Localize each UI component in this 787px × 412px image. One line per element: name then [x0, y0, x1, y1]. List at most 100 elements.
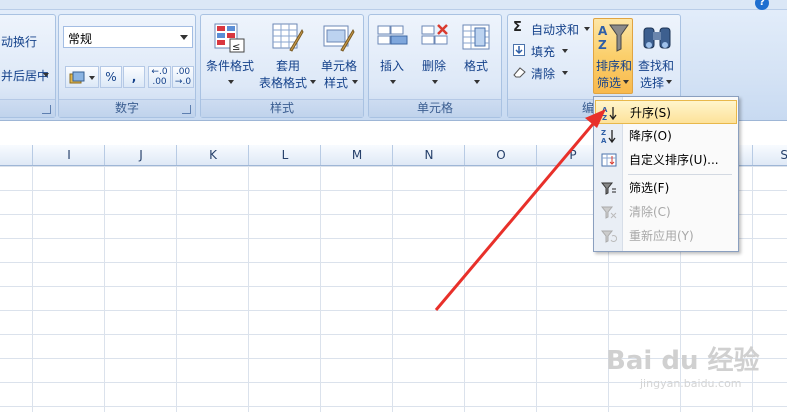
fill-down-icon: [513, 44, 525, 56]
grid-line: [392, 166, 393, 412]
chevron-down-icon: [180, 35, 188, 40]
column-header[interactable]: L: [248, 145, 321, 165]
menu-item-custom-sort[interactable]: 自定义排序(U)...: [595, 148, 737, 172]
number-format-select[interactable]: 常规: [63, 26, 193, 48]
menu-item-label: 筛选(F): [629, 181, 670, 195]
cell-style-button[interactable]: 样式: [324, 74, 348, 91]
chevron-down-icon[interactable]: [430, 74, 438, 88]
comma-button[interactable]: ,: [123, 66, 145, 88]
dialog-launcher-icon[interactable]: [42, 105, 51, 114]
menu-item-sort-ascending[interactable]: A Z 升序(S): [595, 100, 737, 124]
menu-item-filter[interactable]: 筛选(F): [595, 176, 737, 200]
svg-text:Z: Z: [601, 129, 606, 137]
autosum-button[interactable]: 自动求和: [531, 21, 579, 38]
filter-icon: [601, 182, 616, 195]
format-button[interactable]: 格式: [464, 57, 488, 74]
ribbon-top-strip: ?: [0, 0, 787, 10]
sort-filter-icon: A Z: [598, 24, 629, 52]
styles-group-label: 样式: [201, 99, 363, 117]
menu-item-label: 降序(O): [629, 129, 672, 143]
conditional-format-button[interactable]: 条件格式: [206, 57, 254, 74]
find-select-button[interactable]: 选择: [640, 74, 664, 91]
format-cells-icon: [462, 24, 490, 50]
grid-line: [32, 166, 33, 412]
accounting-icon: [69, 71, 85, 83]
table-format-line1[interactable]: 套用: [276, 57, 300, 74]
alignment-group: 动换行 并后居中: [0, 14, 56, 118]
reapply-icon: [601, 230, 617, 243]
menu-item-sort-descending[interactable]: Z A 降序(O): [595, 124, 737, 148]
svg-text:Z: Z: [598, 38, 607, 52]
chevron-down-icon[interactable]: [226, 74, 234, 88]
clear-button[interactable]: 清除: [531, 65, 555, 82]
table-format-button[interactable]: 表格格式: [259, 74, 307, 91]
chevron-down-icon[interactable]: [664, 74, 672, 88]
eraser-icon: [513, 67, 526, 78]
accounting-format-button[interactable]: [65, 66, 99, 88]
percent-button[interactable]: %: [100, 66, 122, 88]
chevron-down-icon[interactable]: [560, 65, 568, 79]
chevron-down-icon[interactable]: [560, 43, 568, 57]
chevron-down-icon[interactable]: [388, 74, 396, 88]
menu-item-reapply[interactable]: 重新应用(Y): [595, 224, 737, 248]
column-header[interactable]: M: [320, 145, 393, 165]
chevron-down-icon[interactable]: [308, 74, 316, 88]
grid-line: [464, 166, 465, 412]
chevron-down-icon[interactable]: [472, 74, 480, 88]
decrease-decimal-button[interactable]: .00 →.0: [172, 66, 194, 88]
wrap-text-button[interactable]: 动换行: [1, 33, 37, 50]
svg-text:A: A: [601, 137, 607, 144]
chevron-down-icon[interactable]: [582, 21, 590, 35]
svg-text:≤: ≤: [232, 42, 240, 53]
grid-line: [320, 166, 321, 412]
delete-button[interactable]: 删除: [422, 57, 446, 74]
menu-item-label: 清除(C): [629, 205, 671, 219]
watermark-logo: Bai du 经验: [606, 346, 760, 376]
help-icon[interactable]: ?: [755, 0, 769, 10]
column-header[interactable]: I: [32, 145, 105, 165]
sort-descending-icon: Z A: [601, 129, 616, 144]
find-select-line1[interactable]: 查找和: [638, 57, 674, 74]
clear-filter-icon: [601, 206, 617, 219]
svg-text:Z: Z: [602, 114, 607, 121]
dialog-launcher-icon[interactable]: [182, 105, 191, 114]
sort-filter-menu: A Z 升序(S) Z A 降序(O) 自定义排序(U)... 筛选(F) 清除…: [593, 96, 739, 252]
insert-cells-icon: [377, 25, 408, 45]
number-group-label: 数字: [59, 99, 195, 117]
insert-button[interactable]: 插入: [380, 57, 404, 74]
menu-item-label: 升序(S): [630, 106, 671, 120]
svg-text:A: A: [598, 24, 608, 38]
grid-line: [176, 166, 177, 412]
menu-item-clear[interactable]: 清除(C): [595, 200, 737, 224]
sort-filter-line1[interactable]: 排序和: [596, 57, 632, 74]
sort-filter-line2[interactable]: 筛选: [597, 74, 621, 91]
sigma-icon: Σ: [513, 20, 522, 35]
number-format-value: 常规: [68, 32, 93, 46]
fill-button[interactable]: 填充: [531, 43, 555, 60]
increase-decimal-button[interactable]: ←.0.00: [148, 66, 171, 88]
sort-ascending-icon: A Z: [602, 106, 617, 121]
custom-sort-icon: [601, 153, 617, 167]
chevron-down-icon[interactable]: [621, 74, 629, 88]
column-header[interactable]: K: [176, 145, 249, 165]
menu-item-label: 自定义排序(U)...: [629, 153, 719, 167]
column-header[interactable]: N: [392, 145, 465, 165]
watermark-url: jingyan.baidu.com: [640, 377, 742, 390]
menu-item-label: 重新应用(Y): [629, 229, 694, 243]
grid-line: [536, 166, 537, 412]
cell-style-icon: [323, 25, 355, 52]
column-header[interactable]: J: [104, 145, 177, 165]
column-header[interactable]: S: [752, 145, 787, 165]
column-header[interactable]: O: [464, 145, 537, 165]
binoculars-icon: [643, 27, 671, 49]
menu-separator: [628, 174, 732, 175]
chevron-down-icon[interactable]: [41, 67, 49, 81]
grid-line: [248, 166, 249, 412]
chevron-down-icon[interactable]: [350, 74, 358, 88]
conditional-format-icon: ≤: [214, 23, 245, 53]
increase-decimal-icon: ←.0.00: [151, 67, 168, 87]
svg-text:A: A: [602, 106, 608, 114]
grid-line: [104, 166, 105, 412]
decrease-decimal-icon: .00 →.0: [174, 67, 192, 87]
cell-style-line1[interactable]: 单元格: [321, 57, 357, 74]
